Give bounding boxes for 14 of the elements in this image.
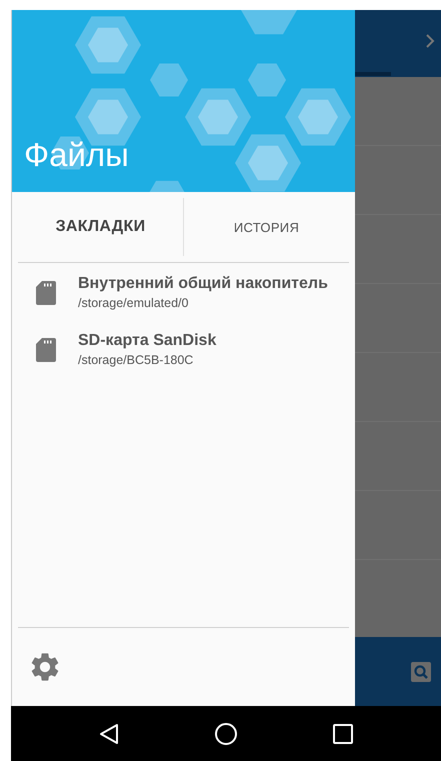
storage-path: /storage/emulated/0 xyxy=(78,296,190,310)
search-icon[interactable] xyxy=(411,662,431,682)
storage-name[interactable]: SD-карта SanDisk xyxy=(78,332,216,350)
tab[interactable]: ИСТОРИЯ xyxy=(184,192,349,262)
tab[interactable]: ЗАКЛАДКИ xyxy=(18,192,183,262)
chevron-right-icon xyxy=(426,34,435,48)
drawer-title: Файлы xyxy=(23,136,129,175)
recents-icon xyxy=(333,724,354,744)
sd-card-icon xyxy=(36,280,56,304)
storage-path: /storage/BC5B-180C xyxy=(78,353,194,367)
back-icon xyxy=(98,722,119,744)
home-icon xyxy=(214,722,238,746)
storage-name[interactable]: Внутренний общий накопитель xyxy=(78,275,328,293)
sd-card-icon xyxy=(36,338,56,362)
